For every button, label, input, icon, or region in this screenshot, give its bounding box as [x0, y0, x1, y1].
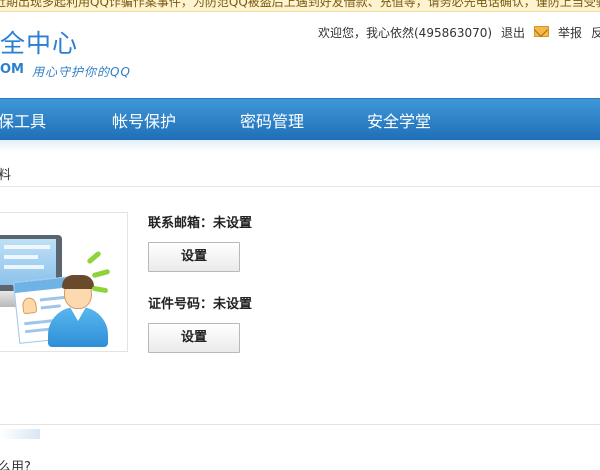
- person-hair: [62, 275, 94, 289]
- contact-email-label: 联系邮箱：未设置: [148, 216, 253, 231]
- logo-title[interactable]: 全中心: [0, 24, 78, 60]
- screen-bar: [4, 265, 44, 269]
- nav-tab-tools[interactable]: 保工具: [0, 108, 46, 132]
- set-id-button[interactable]: 设置: [148, 323, 240, 353]
- breadcrumb: 料: [0, 168, 12, 183]
- profile-illustration: [0, 212, 128, 352]
- nav-shadow: [0, 140, 600, 152]
- section-divider: [0, 424, 600, 425]
- main-nav: 保工具 帐号保护 密码管理 安全学堂: [0, 98, 600, 140]
- page: 近期出现多起利用QQ诈骗作案事件，为防范QQ被盗后上遇到好友借款、充值等，请务必…: [0, 0, 600, 470]
- card-avatar: [21, 296, 38, 315]
- notice-text[interactable]: 近期出现多起利用QQ诈骗作案事件，为防范QQ被盗后上遇到好友借款、充值等，请务必…: [0, 0, 600, 10]
- welcome-text: 欢迎您，我心依然(495863070): [318, 26, 493, 40]
- logo-domain: OM: [0, 62, 24, 77]
- report-link[interactable]: 举报: [558, 24, 582, 41]
- nav-tab-password-management[interactable]: 密码管理: [240, 108, 304, 132]
- breadcrumb-divider: [0, 186, 600, 187]
- set-email-button[interactable]: 设置: [148, 242, 240, 272]
- feedback-link[interactable]: 反: [591, 24, 600, 41]
- header: 全中心 OM 用心守护你的QQ 欢迎您，我心依然(495863070) 退出 举…: [0, 12, 600, 98]
- logout-link[interactable]: 退出: [501, 24, 525, 41]
- sparkle-icon: [86, 250, 102, 265]
- section-accent: [0, 429, 40, 439]
- notice-bar: 近期出现多起利用QQ诈骗作案事件，为防范QQ被盗后上遇到好友借款、充值等，请务必…: [0, 0, 600, 12]
- faq-question: 么用?: [0, 460, 31, 470]
- id-number-label: 证件号码：未设置: [148, 297, 253, 312]
- screen-bar: [4, 245, 50, 249]
- logo-slogan: 用心守护你的QQ: [32, 65, 131, 79]
- nav-tab-security-school[interactable]: 安全学堂: [367, 108, 431, 132]
- screen-bar: [4, 255, 38, 259]
- nav-tab-account-protection[interactable]: 帐号保护: [112, 108, 176, 132]
- mail-icon[interactable]: [534, 26, 549, 37]
